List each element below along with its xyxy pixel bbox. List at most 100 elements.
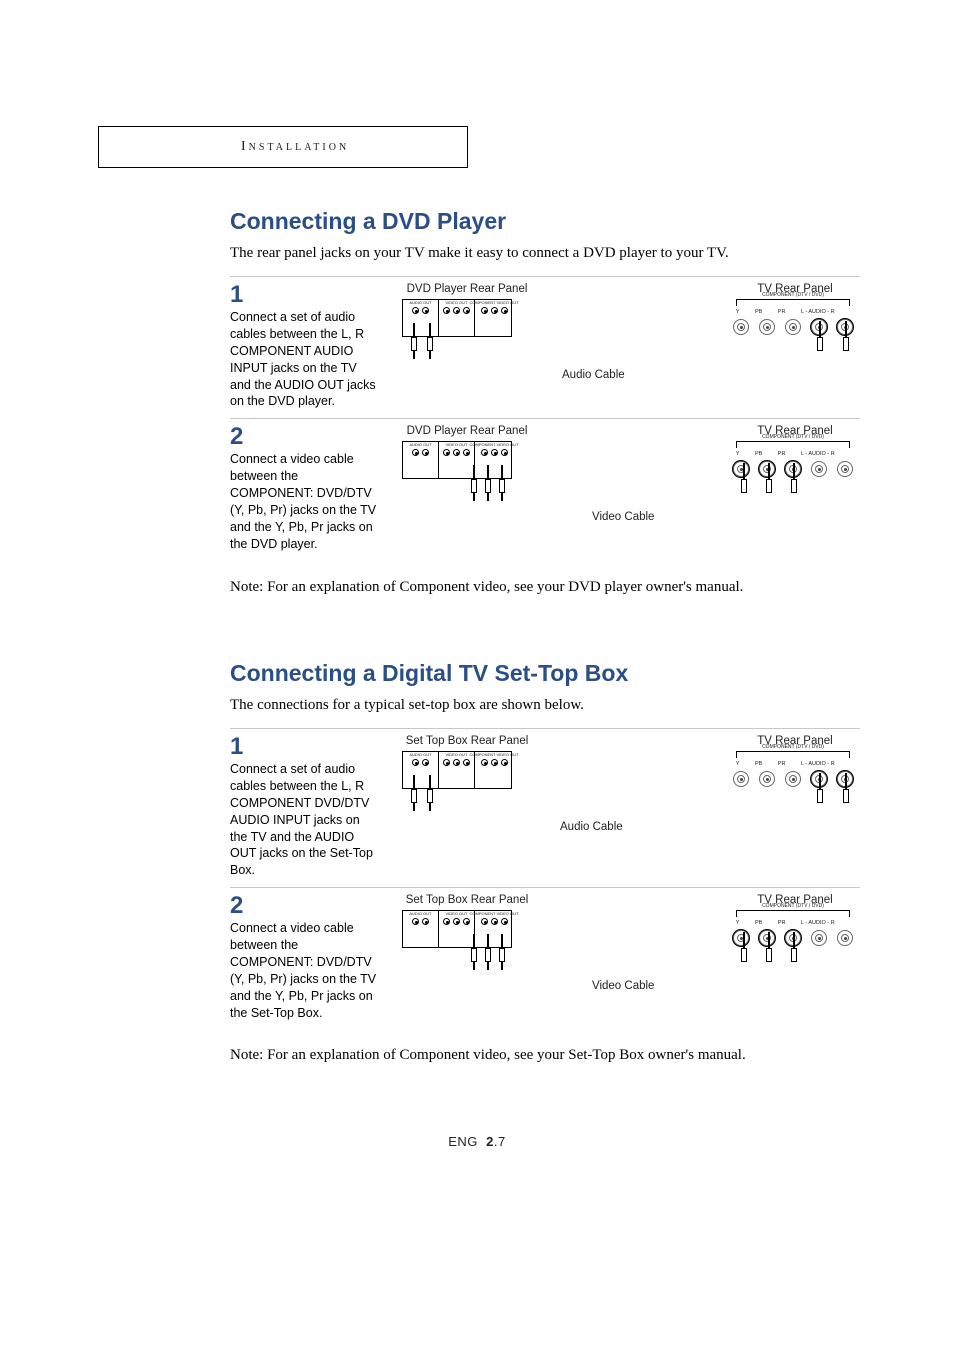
footer-chapter: 2 (486, 1134, 494, 1149)
src-group-audio: AUDIO OUT (409, 300, 431, 305)
dvd-step-1-text: 1 Connect a set of audio cables between … (230, 283, 380, 410)
tv-group-label: COMPONENT (DTV / DVD) (758, 434, 828, 440)
src-group-video: VIDEO OUT (445, 300, 467, 305)
src-group-audio: AUDIO OUT (409, 752, 431, 757)
src-video-plugs (470, 948, 506, 978)
section-stb-intro: The connections for a typical set-top bo… (230, 697, 860, 714)
section-dvd-title: Connecting a DVD Player (230, 208, 860, 235)
src-group-component: COMPONENT VIDEO OUT (469, 911, 518, 916)
tv-jack-lbl-y: Y (736, 309, 740, 315)
tv-jack-lbl-y: Y (736, 920, 740, 926)
chapter-header-tab: Installation (98, 126, 468, 168)
src-group-video: VIDEO OUT (445, 442, 467, 447)
dvd-step-2-diagram: DVD Player Rear Panel TV Rear Panel AUDI… (392, 425, 860, 545)
src-video-plugs (470, 479, 506, 509)
dvd-steps: 1 Connect a set of audio cables between … (230, 276, 860, 561)
chapter-header-label: Installation (241, 139, 349, 155)
step-number: 1 (230, 283, 380, 307)
tv-audio-plugs (812, 337, 854, 377)
step-number: 2 (230, 894, 380, 918)
step-description: Connect a video cable between the COMPON… (230, 920, 380, 1021)
cable-label-video: Video Cable (592, 980, 654, 992)
tv-jack-lbl-y: Y (736, 761, 740, 767)
src-panel-title: Set Top Box Rear Panel (402, 894, 532, 906)
step-description: Connect a set of audio cables between th… (230, 309, 380, 410)
tv-jack-r (837, 461, 853, 477)
tv-video-plugs (736, 948, 802, 988)
tv-jack-y (733, 319, 749, 335)
step-description: Connect a video cable between the COMPON… (230, 451, 380, 552)
cable-label-audio: Audio Cable (560, 821, 623, 833)
tv-jack-lbl-pr: PR (778, 309, 786, 315)
stb-step-1-diagram: Set Top Box Rear Panel TV Rear Panel AUD… (392, 735, 860, 855)
step-description: Connect a set of audio cables between th… (230, 761, 380, 879)
step-number: 1 (230, 735, 380, 759)
src-group-video: VIDEO OUT (445, 752, 467, 757)
src-panel-title: DVD Player Rear Panel (402, 425, 532, 437)
tv-jack-lbl-audio: L - AUDIO - R (801, 761, 835, 767)
dvd-step-2: 2 Connect a video cable between the COMP… (230, 419, 860, 560)
tv-jack-lbl-pb: PB (755, 920, 762, 926)
tv-group-label: COMPONENT (DTV / DVD) (758, 292, 828, 298)
tv-jack-r (837, 930, 853, 946)
dvd-step-1: 1 Connect a set of audio cables between … (230, 277, 860, 419)
stb-step-2-text: 2 Connect a video cable between the COMP… (230, 894, 380, 1021)
tv-jack-lbl-pr: PR (778, 761, 786, 767)
section-stb-title: Connecting a Digital TV Set-Top Box (230, 660, 860, 687)
page-footer: ENG 2.7 (0, 1134, 954, 1149)
tv-jack-lbl-y: Y (736, 451, 740, 457)
dvd-step-2-text: 2 Connect a video cable between the COMP… (230, 425, 380, 552)
tv-jack-pb (759, 771, 775, 787)
cable-label-video: Video Cable (592, 511, 654, 523)
section-stb: Connecting a Digital TV Set-Top Box The … (230, 660, 860, 1079)
stb-step-2: 2 Connect a video cable between the COMP… (230, 888, 860, 1029)
tv-jack-l (811, 461, 827, 477)
tv-jack-lbl-pr: PR (778, 451, 786, 457)
stb-rear-panel: AUDIO OUT VIDEO OUT COMPONENT VIDEO OUT (402, 751, 512, 789)
stb-step-1: 1 Connect a set of audio cables between … (230, 729, 860, 888)
stb-rear-panel: AUDIO OUT VIDEO OUT COMPONENT VIDEO OUT (402, 910, 512, 948)
section-dvd-intro: The rear panel jacks on your TV make it … (230, 245, 860, 262)
footer-page: .7 (494, 1134, 506, 1149)
src-group-component: COMPONENT VIDEO OUT (469, 752, 518, 757)
tv-jack-lbl-audio: L - AUDIO - R (801, 309, 835, 315)
tv-jack-pr (785, 319, 801, 335)
footer-lang: ENG (448, 1134, 478, 1149)
manual-page: Installation Connecting a DVD Player The… (0, 0, 954, 1351)
src-panel-title: DVD Player Rear Panel (402, 283, 532, 295)
cable-label-audio: Audio Cable (562, 369, 625, 381)
src-panel-title: Set Top Box Rear Panel (402, 735, 532, 747)
section-dvd-note: Note: For an explanation of Component vi… (230, 579, 860, 596)
dvd-step-1-diagram: DVD Player Rear Panel TV Rear Panel AUDI… (392, 283, 860, 403)
tv-jack-y (733, 461, 749, 477)
src-group-audio: AUDIO OUT (409, 911, 431, 916)
tv-group-label: COMPONENT (DTV / DVD) (758, 903, 828, 909)
tv-video-plugs (736, 479, 802, 519)
src-audio-plugs (410, 337, 434, 367)
stb-step-1-text: 1 Connect a set of audio cables between … (230, 735, 380, 879)
stb-steps: 1 Connect a set of audio cables between … (230, 728, 860, 1029)
tv-jack-lbl-pb: PB (755, 309, 762, 315)
tv-audio-plugs (812, 789, 854, 829)
stb-step-2-diagram: Set Top Box Rear Panel TV Rear Panel AUD… (392, 894, 860, 1014)
tv-jack-y (733, 930, 749, 946)
tv-jack-lbl-audio: L - AUDIO - R (801, 451, 835, 457)
src-audio-plugs (410, 789, 434, 819)
tv-group-label: COMPONENT (DTV / DVD) (758, 744, 828, 750)
tv-jack-l (811, 930, 827, 946)
src-group-video: VIDEO OUT (445, 911, 467, 916)
tv-jack-lbl-audio: L - AUDIO - R (801, 920, 835, 926)
src-group-component: COMPONENT VIDEO OUT (469, 442, 518, 447)
tv-jack-lbl-pb: PB (755, 451, 762, 457)
src-group-audio: AUDIO OUT (409, 442, 431, 447)
dvd-rear-panel: AUDIO OUT VIDEO OUT COMPONENT VIDEO OUT (402, 441, 512, 479)
section-dvd: Connecting a DVD Player The rear panel j… (230, 208, 860, 611)
tv-jack-pb (759, 319, 775, 335)
src-group-component: COMPONENT VIDEO OUT (469, 300, 518, 305)
section-stb-note: Note: For an explanation of Component vi… (230, 1047, 860, 1064)
tv-jack-pr (785, 771, 801, 787)
tv-jack-y (733, 771, 749, 787)
tv-jack-lbl-pr: PR (778, 920, 786, 926)
step-number: 2 (230, 425, 380, 449)
dvd-rear-panel: AUDIO OUT VIDEO OUT COMPONENT VIDEO OUT (402, 299, 512, 337)
